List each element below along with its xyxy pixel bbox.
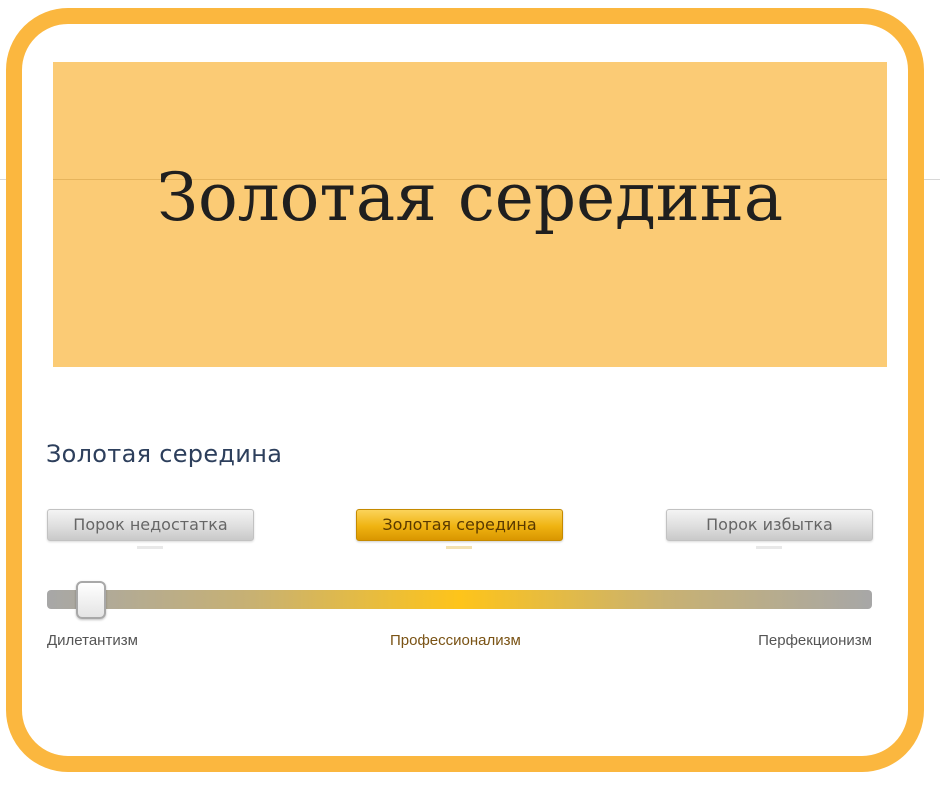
deficiency-vice-button[interactable]: Порок недостатка (47, 509, 254, 541)
title-banner: Золотая середина (53, 62, 887, 367)
scale-label-perfectionism: Перфекционизм (758, 632, 872, 649)
middle-button-tick (446, 546, 472, 549)
right-button-tick (756, 546, 782, 549)
scale-label-professionalism: Профессионализм (390, 632, 521, 649)
slider-track[interactable] (47, 590, 872, 609)
excess-vice-button[interactable]: Порок избытка (666, 509, 873, 541)
slider-thumb[interactable] (76, 581, 106, 619)
left-button-tick (137, 546, 163, 549)
banner-title: Золотая середина (156, 159, 784, 236)
scale-label-dilettantism: Дилетантизм (47, 632, 138, 649)
section-title: Золотая середина (46, 440, 283, 468)
golden-mean-button[interactable]: Золотая середина (356, 509, 563, 541)
